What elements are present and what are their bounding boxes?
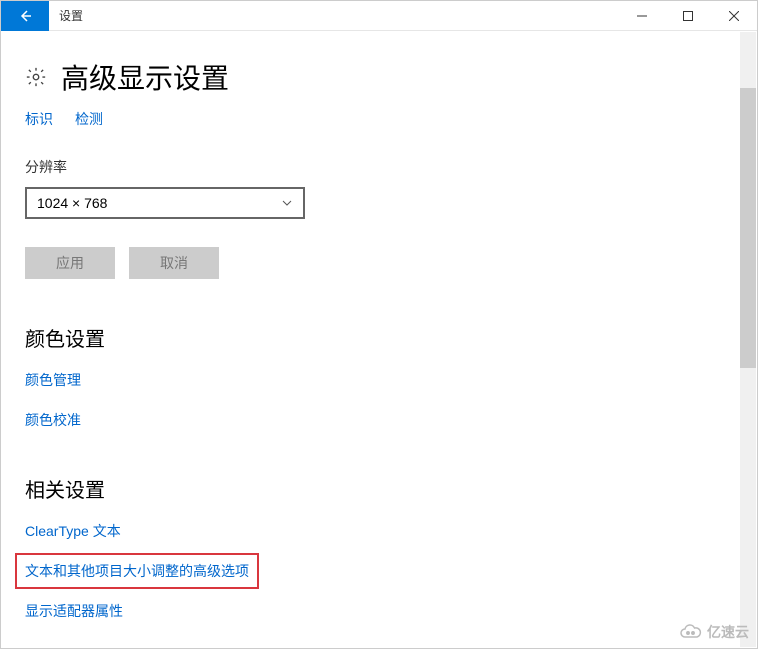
apply-button[interactable]: 应用 bbox=[25, 247, 115, 279]
page-heading-row: 高级显示设置 bbox=[25, 57, 733, 97]
close-icon bbox=[729, 11, 739, 21]
highlighted-link-box: 文本和其他项目大小调整的高级选项 bbox=[15, 553, 259, 589]
back-button[interactable] bbox=[1, 1, 49, 31]
color-settings-section: 颜色设置 颜色管理 颜色校准 bbox=[25, 323, 733, 430]
close-button[interactable] bbox=[711, 1, 757, 31]
gear-icon bbox=[25, 66, 47, 88]
arrow-left-icon bbox=[17, 8, 33, 24]
minimize-icon bbox=[637, 11, 647, 21]
content-area: 高级显示设置 标识 检测 分辨率 1024 × 768 应用 取消 颜色设置 颜… bbox=[1, 31, 757, 648]
resolution-label: 分辨率 bbox=[25, 157, 733, 177]
chevron-down-icon bbox=[281, 197, 293, 209]
cleartype-link[interactable]: ClearType 文本 bbox=[25, 521, 733, 541]
page-title: 高级显示设置 bbox=[61, 57, 229, 97]
identify-link[interactable]: 标识 bbox=[25, 109, 53, 129]
related-settings-heading: 相关设置 bbox=[25, 474, 733, 503]
titlebar: 设置 bbox=[1, 1, 757, 31]
scrollbar-track[interactable] bbox=[740, 32, 756, 647]
maximize-button[interactable] bbox=[665, 1, 711, 31]
window-controls bbox=[619, 1, 757, 31]
window-title: 设置 bbox=[59, 7, 619, 24]
display-adapter-link[interactable]: 显示适配器属性 bbox=[25, 601, 733, 621]
watermark-text: 亿速云 bbox=[707, 622, 749, 642]
maximize-icon bbox=[683, 11, 693, 21]
related-settings-section: 相关设置 ClearType 文本 文本和其他项目大小调整的高级选项 显示适配器… bbox=[25, 474, 733, 621]
text-sizing-link[interactable]: 文本和其他项目大小调整的高级选项 bbox=[25, 563, 249, 579]
watermark: 亿速云 bbox=[679, 622, 749, 642]
resolution-dropdown[interactable]: 1024 × 768 bbox=[25, 187, 305, 219]
display-action-links: 标识 检测 bbox=[25, 109, 733, 129]
color-calibration-link[interactable]: 颜色校准 bbox=[25, 410, 733, 430]
cloud-icon bbox=[679, 624, 703, 640]
detect-link[interactable]: 检测 bbox=[75, 109, 103, 129]
cancel-button[interactable]: 取消 bbox=[129, 247, 219, 279]
resolution-value: 1024 × 768 bbox=[37, 195, 107, 211]
scrollbar-thumb[interactable] bbox=[740, 88, 756, 368]
color-settings-heading: 颜色设置 bbox=[25, 323, 733, 352]
button-row: 应用 取消 bbox=[25, 247, 733, 279]
minimize-button[interactable] bbox=[619, 1, 665, 31]
color-management-link[interactable]: 颜色管理 bbox=[25, 370, 733, 390]
